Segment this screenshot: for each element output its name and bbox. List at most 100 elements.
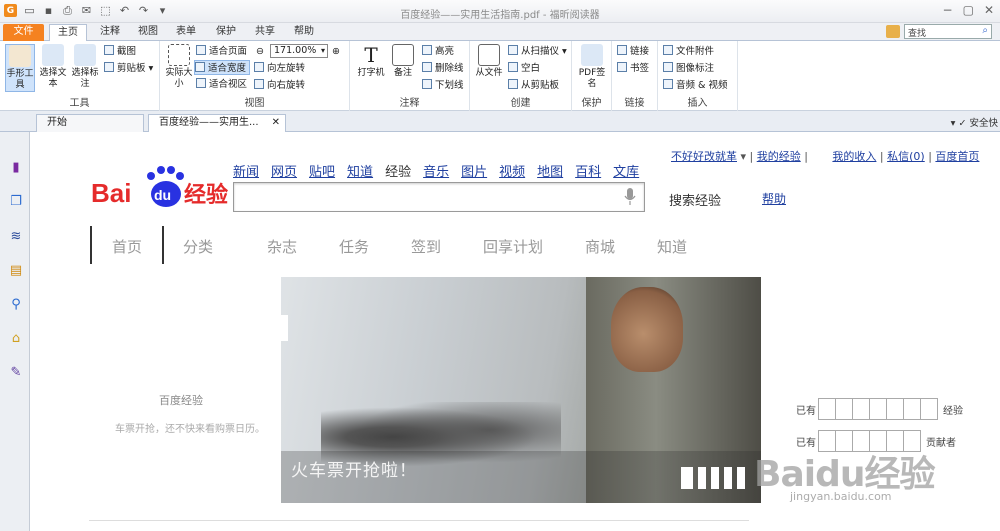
secure-button[interactable]: ▾ ✓ 安全快 [951,115,998,129]
message-link[interactable]: 私信(0) [887,150,925,163]
signature-icon[interactable]: ✎ [8,365,24,380]
thumbnails-icon[interactable]: ❐ [8,194,24,209]
menu-checkin[interactable]: 签到 [411,236,441,257]
fit-view-button[interactable]: 适合视区 [196,77,247,92]
nav-baike[interactable]: 百科 [575,165,601,180]
tab-document-label: 百度经验——实用生... [159,117,259,128]
actual-size-button[interactable]: 实际大小 [164,44,194,90]
tab-share[interactable]: 共享 [249,24,281,41]
jingyan-search-input[interactable] [233,182,645,212]
search-icon[interactable]: ⌕ [982,25,988,36]
baidu-jingyan-logo[interactable]: Bai du 经验 [91,162,231,212]
pdf-sign-button[interactable]: PDF签名 [577,44,607,90]
strike-label: 删除线 [435,63,464,74]
tab-file[interactable]: 文件 [3,24,44,41]
baidu-home-link[interactable]: 百度首页 [935,150,979,163]
tab-list-icon[interactable]: ▾ [951,118,956,129]
nav-map[interactable]: 地图 [537,165,563,180]
highlight-button[interactable]: 高亮 [422,44,454,59]
pdf-sign-label: PDF签名 [578,68,606,89]
menu-home[interactable]: 首页 [112,236,142,257]
menu-category[interactable]: 分类 [183,236,213,257]
close-tab-icon[interactable]: ✕ [272,115,280,131]
pager-dot[interactable] [698,467,706,489]
attachments-icon[interactable]: ⚲ [8,297,24,312]
help-link[interactable]: 帮助 [762,190,786,207]
pages-icon[interactable]: ▮ [8,160,24,175]
tab-home[interactable]: 主页 [49,24,87,41]
pager-dot[interactable] [737,467,745,489]
fit-width-icon [195,62,205,72]
blank-page-icon [508,62,518,72]
close-icon[interactable]: ✕ [984,3,994,17]
find-tool-icon[interactable] [886,25,900,38]
layers-icon[interactable]: ≋ [8,229,24,244]
fit-page-button[interactable]: 适合页面 [196,44,247,59]
menu-divider [162,226,164,264]
link-button[interactable]: 链接 [617,44,649,59]
screenshot-button[interactable]: 截图 [104,44,136,59]
svg-text:经验: 经验 [184,182,228,208]
minimize-icon[interactable]: − [943,3,953,17]
rotate-left-button[interactable]: 向左旋转 [254,61,305,76]
blank-button[interactable]: 空白 [508,61,540,76]
tab-view[interactable]: 视图 [132,24,164,41]
nav-video[interactable]: 视频 [499,165,525,180]
tab-protect[interactable]: 保护 [210,24,242,41]
tab-form[interactable]: 表单 [170,24,202,41]
clipboard-button[interactable]: 剪贴板 ▾ [104,61,153,76]
menu-magazine[interactable]: 杂志 [267,236,297,257]
pager-dot[interactable] [681,467,693,489]
search-jingyan-button[interactable]: 搜索经验 [669,190,721,209]
menu-mall[interactable]: 商城 [585,236,615,257]
my-exp-link[interactable]: 我的经验 [757,150,801,163]
pager-dot[interactable] [724,467,732,489]
tab-start[interactable]: 开始 [36,114,144,132]
from-clipboard-button[interactable]: 从剪贴板 [508,78,559,93]
search-input[interactable]: 查找 ⌕ [904,24,992,39]
menu-zhidao[interactable]: 知道 [657,236,687,257]
typewriter-button[interactable]: T 打字机 [356,44,386,79]
zoom-out-icon[interactable]: ⊖ [256,44,264,59]
tab-help[interactable]: 帮助 [288,24,320,41]
image-annot-button[interactable]: 图像标注 [663,61,714,76]
note-button[interactable]: 备注 [388,44,418,79]
income-link[interactable]: 我的收入 [832,150,876,163]
nav-news[interactable]: 新闻 [233,165,259,180]
pager-dot[interactable] [711,467,719,489]
tab-comment[interactable]: 注释 [94,24,126,41]
nav-web[interactable]: 网页 [271,165,297,180]
zoom-select[interactable]: 171.00% ▾ [270,44,328,58]
security-icon[interactable]: ⌂ [8,331,24,346]
actual-size-icon [168,44,190,66]
microphone-icon[interactable] [624,188,636,206]
from-file-button[interactable]: 从文件 [474,44,504,79]
menu-tasks[interactable]: 任务 [339,236,369,257]
rotate-right-button[interactable]: 向右旋转 [254,78,305,93]
group-tools: 手形工具 选择文本 选择标注 截图 剪贴板 ▾ 工具 [0,41,160,111]
fit-width-button[interactable]: 适合宽度 [194,60,251,75]
tab-document[interactable]: 百度经验——实用生... ✕ [148,114,286,132]
feedback-link[interactable]: 不好好改就革 [671,150,737,163]
nav-music[interactable]: 音乐 [423,165,449,180]
hero-banner[interactable]: 火车票开抢啦！ [281,277,761,503]
from-scanner-button[interactable]: 从扫描仪 ▾ [508,44,567,59]
nav-images[interactable]: 图片 [461,165,487,180]
maximize-icon[interactable]: ▢ [963,3,974,17]
nav-wenku[interactable]: 文库 [613,165,639,180]
underline-button[interactable]: 下划线 [422,78,464,93]
bookmark-button[interactable]: 书签 [617,61,649,76]
select-text-button[interactable]: 选择文本 [38,44,68,90]
group-comment: T 打字机 备注 高亮 删除线 下划线 注释 [350,41,470,111]
nav-tieba[interactable]: 贴吧 [309,165,335,180]
comments-icon[interactable]: ▤ [8,263,24,278]
watermark-url: jingyan.baidu.com [790,490,892,503]
attachment-button[interactable]: 文件附件 [663,44,714,59]
audio-video-button[interactable]: 音频 & 视频 [663,78,727,93]
menu-share-plan[interactable]: 回享计划 [483,236,543,257]
hand-tool-button[interactable]: 手形工具 [5,44,35,92]
nav-zhidao[interactable]: 知道 [347,165,373,180]
zoom-in-icon[interactable]: ⊕ [332,44,340,59]
select-annot-button[interactable]: 选择标注 [70,44,100,90]
strike-button[interactable]: 删除线 [422,61,464,76]
